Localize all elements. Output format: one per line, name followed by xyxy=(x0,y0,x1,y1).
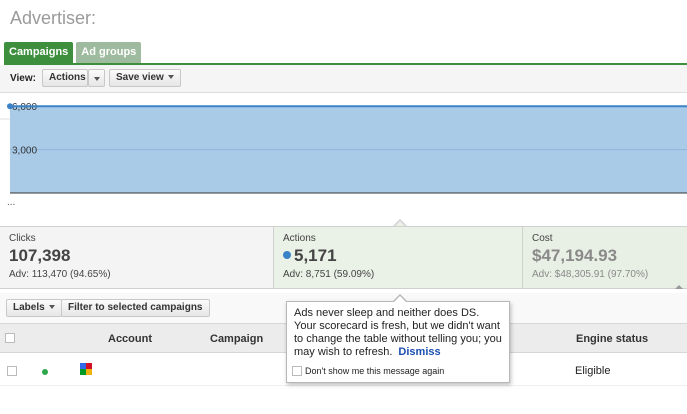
column-header-engine-status[interactable]: Engine status xyxy=(576,333,648,345)
performance-chart: 6,000 3,000 ... xyxy=(0,94,687,224)
google-engine-icon xyxy=(80,363,92,375)
column-header-campaign[interactable]: Campaign xyxy=(210,333,263,345)
popup-arrow-fill xyxy=(394,296,406,302)
y-tick-label: 3,000 xyxy=(12,146,37,157)
metric-label: Actions xyxy=(283,233,316,244)
metric-adv: Adv: 8,751 (59.09%) xyxy=(283,269,375,280)
chevron-down-icon xyxy=(94,77,100,81)
series-point xyxy=(7,103,13,110)
metric-adv: Adv: $48,305.91 (97.70%) xyxy=(532,269,649,280)
dont-show-checkbox[interactable] xyxy=(292,366,302,376)
actions-button[interactable]: Actions xyxy=(42,69,88,87)
save-view-button-label: Save view xyxy=(116,72,164,83)
chart-footer: ... xyxy=(7,197,16,208)
filter-selected-button[interactable]: Filter to selected campaigns xyxy=(61,299,210,317)
scorecard: Clicks 107,398 Adv: 113,470 (94.65%) Act… xyxy=(0,226,687,289)
tab-bar: Campaigns Ad groups xyxy=(4,42,144,63)
filter-selected-button-label: Filter to selected campaigns xyxy=(68,302,203,313)
actions-dropdown-button[interactable] xyxy=(88,69,105,87)
metric-actions[interactable]: Actions 5,171 Adv: 8,751 (59.09%) xyxy=(273,227,522,288)
metric-value-row: 5,171 xyxy=(283,246,513,266)
chevron-down-icon xyxy=(167,75,174,80)
popup-text: Ads never sleep and neither does DS. You… xyxy=(294,307,502,359)
dont-show-label: Don't show me this message again xyxy=(305,366,445,376)
labels-button[interactable]: Labels xyxy=(6,299,62,317)
chevron-down-icon xyxy=(48,305,55,310)
metric-cost[interactable]: Cost $47,194.93 Adv: $48,305.91 (97.70%) xyxy=(522,227,687,288)
series-dot-icon xyxy=(283,251,291,259)
select-all-checkbox[interactable] xyxy=(5,333,15,343)
dismiss-link[interactable]: Dismiss xyxy=(398,346,440,358)
page-title: Advertiser: xyxy=(10,8,97,28)
metric-value: $47,194.93 xyxy=(532,246,618,265)
tab-campaigns[interactable]: Campaigns xyxy=(4,42,74,63)
view-toolbar: View: Actions Save view xyxy=(0,65,687,93)
status-dot-icon[interactable] xyxy=(42,369,48,375)
y-tick-label: 6,000 xyxy=(12,102,37,113)
column-header-account[interactable]: Account xyxy=(108,333,152,345)
row-checkbox[interactable] xyxy=(7,366,17,376)
collapse-icon[interactable] xyxy=(675,285,683,289)
metric-label: Clicks xyxy=(9,233,36,244)
metric-value: 5,171 xyxy=(294,246,337,265)
save-view-button[interactable]: Save view xyxy=(109,69,181,87)
chart-svg: 6,000 3,000 xyxy=(0,102,687,194)
view-label: View: xyxy=(10,73,36,84)
metric-label: Cost xyxy=(532,233,553,244)
dont-show-row: Don't show me this message again xyxy=(292,366,444,376)
refresh-notification-popup: Ads never sleep and neither does DS. You… xyxy=(286,301,510,383)
engine-status-cell: Eligible xyxy=(575,365,611,377)
metric-clicks[interactable]: Clicks 107,398 Adv: 113,470 (94.65%) xyxy=(0,227,273,288)
tab-ad-groups[interactable]: Ad groups xyxy=(76,42,142,63)
actions-button-label: Actions xyxy=(49,72,86,83)
metric-adv: Adv: 113,470 (94.65%) xyxy=(9,269,111,280)
labels-button-label: Labels xyxy=(13,302,45,313)
metric-value: 107,398 xyxy=(9,246,71,265)
